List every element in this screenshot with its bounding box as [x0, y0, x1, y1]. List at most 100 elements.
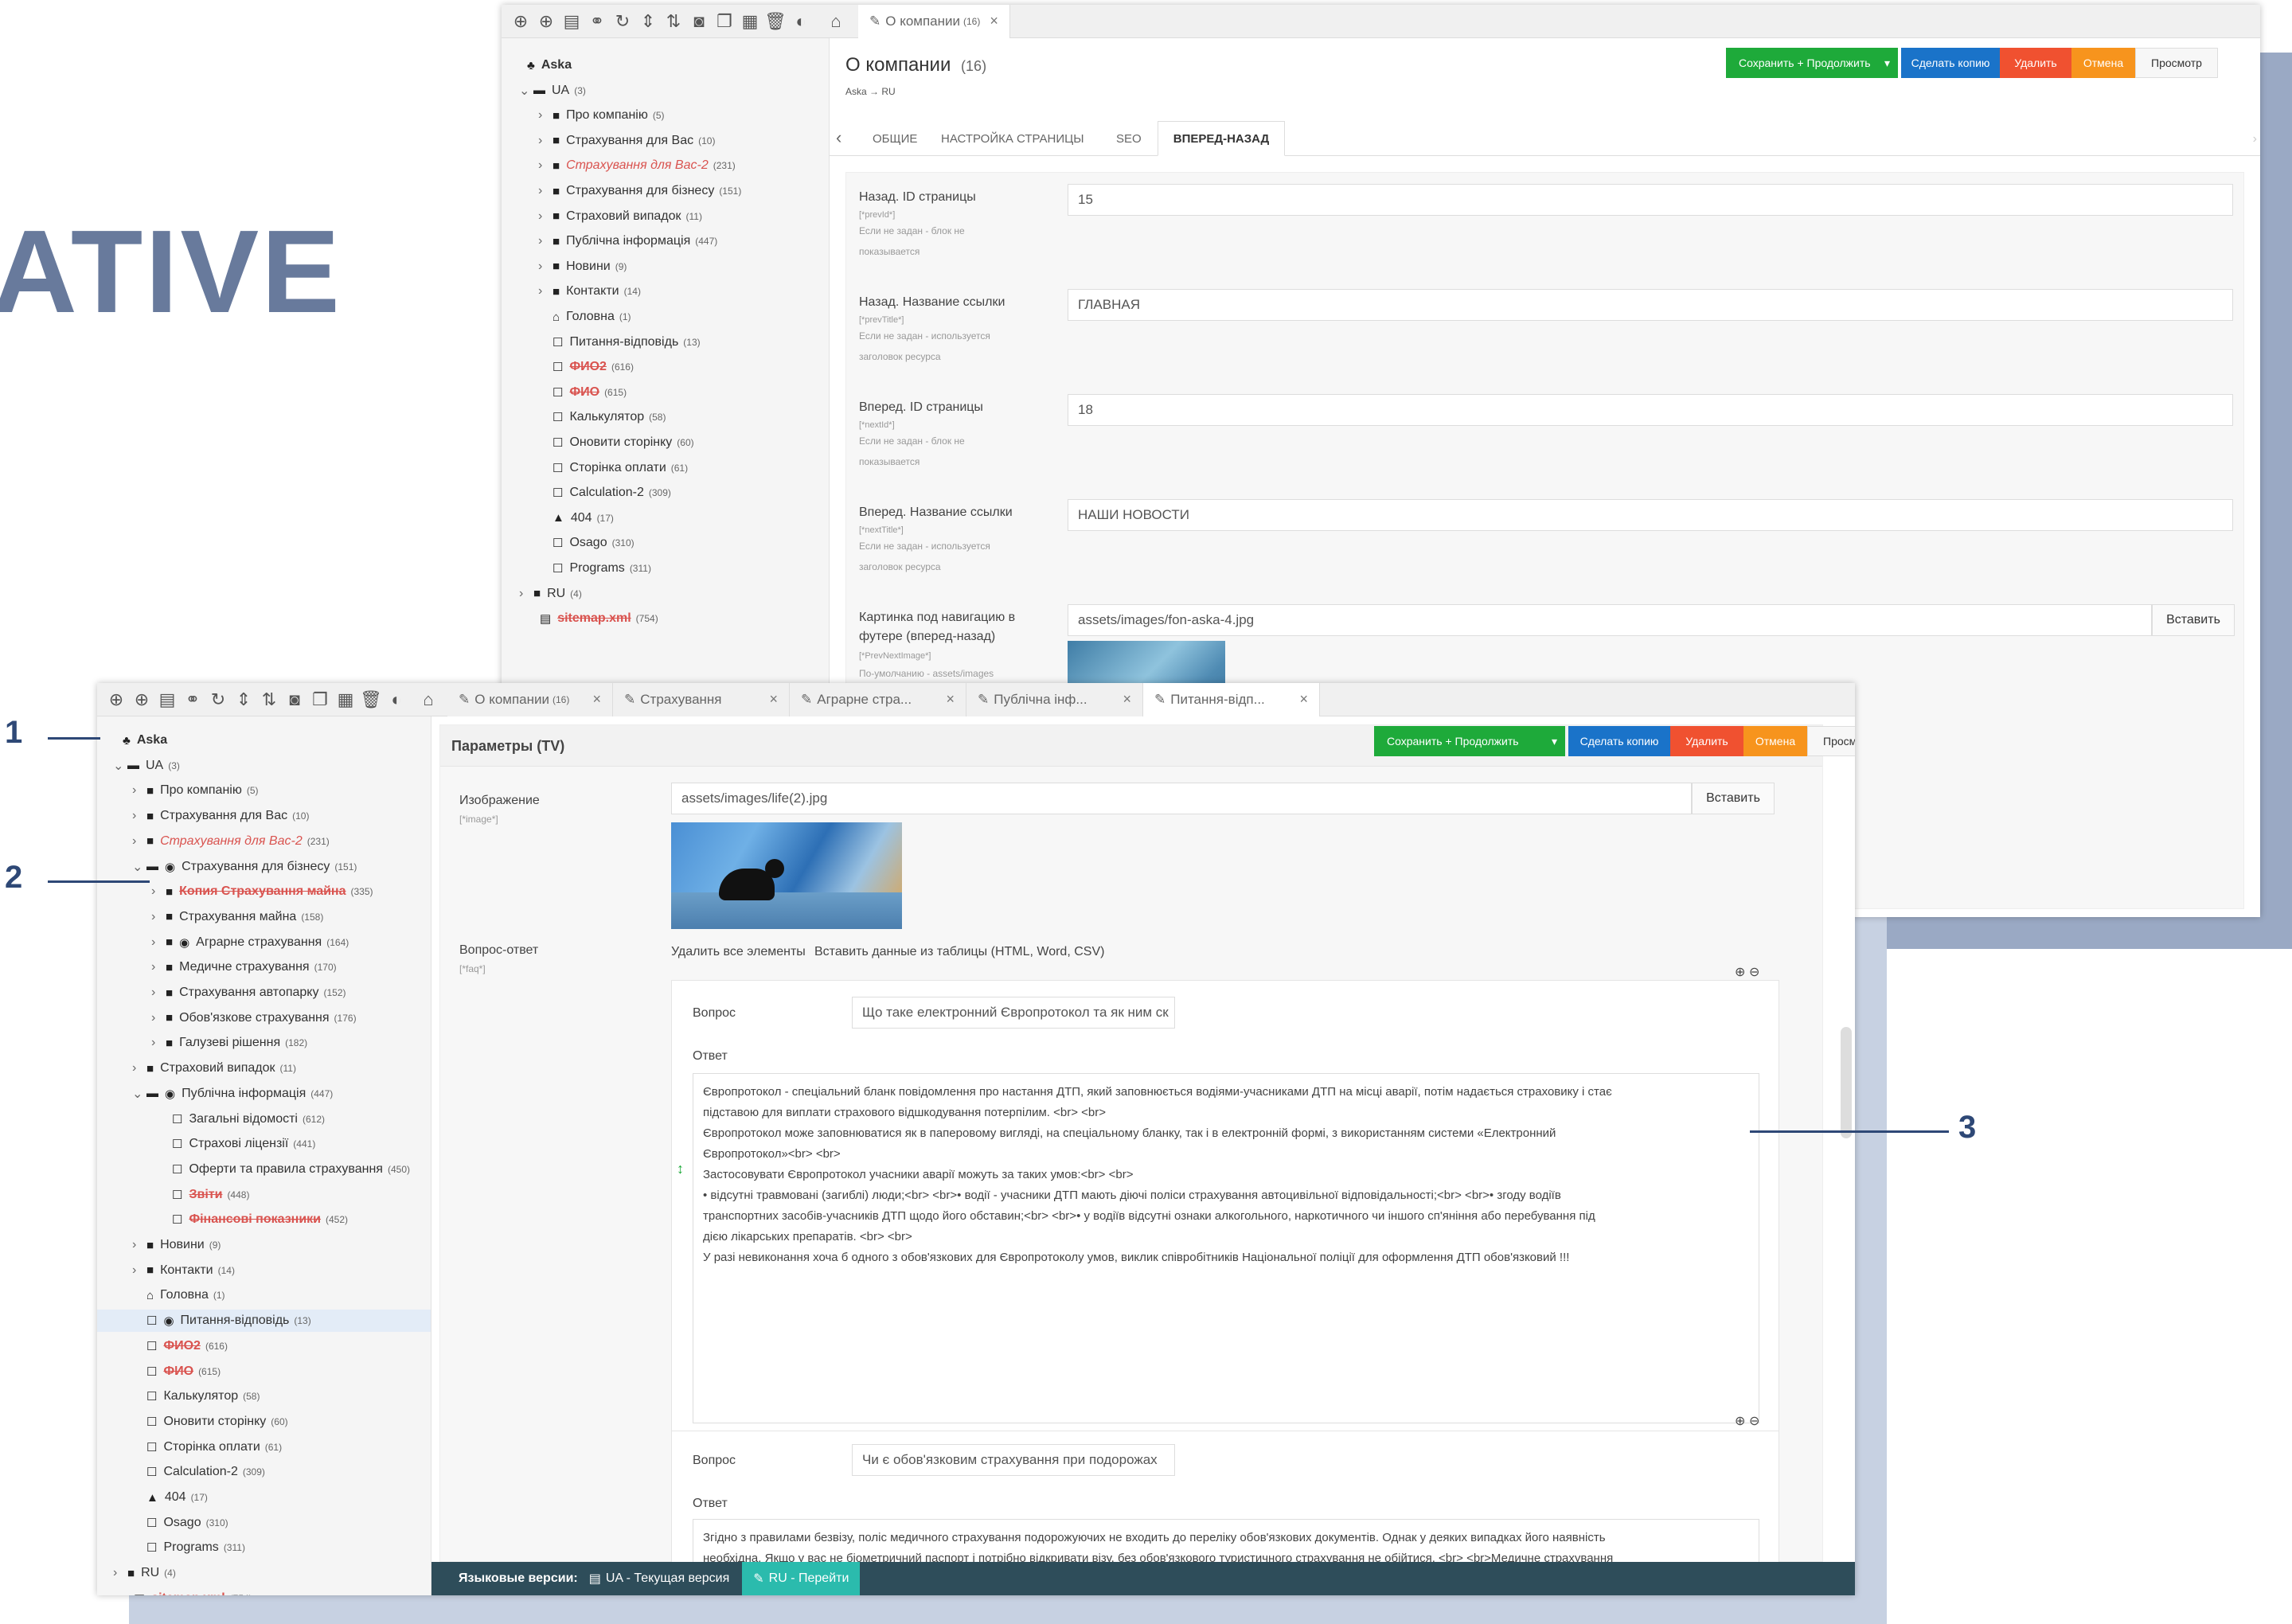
tree-item[interactable]: ☐ Оновити сторінку (60) — [132, 1412, 288, 1431]
tree-item[interactable]: ▲ 404 (17) — [132, 1488, 208, 1507]
tree-item[interactable]: › ■ Новини (9) — [538, 257, 627, 276]
home-icon[interactable]: ⌂ — [416, 689, 441, 710]
chevron-down-icon[interactable]: ⌄ — [132, 859, 146, 875]
grid-icon[interactable]: ▦ — [737, 11, 763, 32]
chevron-right-icon[interactable]: › — [151, 935, 166, 950]
camera-icon[interactable]: ◙ — [282, 689, 307, 710]
insert-button[interactable]: Вставить — [1692, 783, 1775, 814]
chevron-right-icon[interactable]: › — [538, 158, 553, 173]
tree-item[interactable]: ☐ Programs (311) — [538, 559, 651, 578]
tree-item[interactable]: ☐ Сторінка оплати (61) — [538, 459, 688, 478]
tab-document[interactable]: ✎ О компании (16) × — [447, 683, 613, 716]
save-continue-button[interactable]: Сохранить + Продолжить ▾ — [1374, 726, 1565, 756]
chevron-right-icon[interactable]: › — [151, 910, 166, 924]
tree-item[interactable]: ☐ Страхові ліцензії (441) — [158, 1134, 315, 1154]
tree-item[interactable]: ☐ Сторінка оплати (61) — [132, 1438, 282, 1457]
tree-item[interactable]: ☐ ФИО (615) — [538, 383, 627, 402]
grid-icon[interactable]: ▦ — [333, 689, 358, 710]
tree-item[interactable]: › ■ Страхування для Вас (10) — [132, 806, 309, 826]
sort-alt-icon[interactable]: ⇅ — [661, 11, 686, 32]
chevron-down-icon[interactable]: ⌄ — [519, 83, 533, 99]
close-icon[interactable]: × — [990, 13, 998, 29]
remove-item-icon[interactable]: ⊖ — [1749, 1413, 1759, 1429]
close-icon[interactable]: × — [1123, 691, 1131, 708]
file-icon[interactable]: ▤ — [559, 11, 584, 32]
close-icon[interactable]: × — [1299, 691, 1308, 708]
image-path-input[interactable]: assets/images/life(2).jpg — [671, 783, 1692, 814]
tree-item[interactable]: › ■ Обов'язкове страхування (176) — [151, 1009, 357, 1028]
tab-document[interactable]: ✎ Страхування × — [613, 683, 790, 716]
plus-circle-icon[interactable]: ⊕ — [533, 11, 559, 32]
chevron-right-icon[interactable]: › — [538, 234, 553, 248]
tab-seo[interactable]: SEO — [1116, 132, 1142, 146]
close-icon[interactable]: × — [769, 691, 778, 708]
tree-item[interactable]: ⌄ ▬ ◉ Страхування для бізнесу (151) — [132, 857, 357, 876]
tree-item[interactable]: › ■ Про компанію (5) — [538, 106, 665, 125]
cancel-button[interactable]: Отмена — [1743, 726, 1807, 756]
tree-item[interactable]: › ■ Публічна інформація (447) — [538, 232, 717, 251]
switch-language-button[interactable]: ✎ RU - Перейти — [742, 1562, 861, 1595]
trash-icon[interactable]: 🗑 — [763, 11, 788, 32]
drag-handle-icon[interactable]: ↕ — [677, 1161, 684, 1177]
answer-textarea[interactable]: Європротокол - спеціальний бланк повідом… — [693, 1073, 1759, 1423]
tree-item[interactable]: › ■ Контакти (14) — [538, 282, 641, 301]
tree-item[interactable]: › ■ Страхування для Вас-2 (231) — [132, 832, 330, 851]
chevron-right-icon[interactable]: › — [151, 884, 166, 899]
tree-item[interactable]: ⌄ ▬ UA (3) — [113, 756, 180, 775]
tree-item[interactable]: ⌄ ▬ UA (3) — [519, 81, 586, 100]
chevron-right-icon[interactable]: › — [519, 587, 533, 601]
remove-item-icon[interactable]: ⊖ — [1749, 964, 1759, 980]
tree-item[interactable]: › ■ Страховий випадок (11) — [538, 207, 702, 226]
tab-document[interactable]: ✎ Публічна інф... × — [966, 683, 1143, 716]
tree-item[interactable]: › ■ ◉ Аграрне страхування (164) — [151, 933, 349, 952]
tree-item[interactable]: › ■ Страхування автопарку (152) — [151, 983, 346, 1002]
tab-about[interactable]: ✎ О компании (16) × — [858, 5, 1010, 38]
tree-item[interactable]: ♣ Aska — [108, 731, 167, 750]
power-icon[interactable]: ◐ — [384, 689, 409, 710]
save-continue-button[interactable]: Сохранить + Продолжить ▾ — [1726, 48, 1898, 78]
chevron-right-icon[interactable]: › — [132, 1061, 146, 1076]
tab-prev-next[interactable]: ВПЕРЕД-НАЗАД — [1158, 121, 1285, 156]
chevron-right-icon[interactable]: › — [538, 134, 553, 148]
cancel-button[interactable]: Отмена — [2071, 48, 2135, 78]
tree-item[interactable]: › ■ Страхування майна (158) — [151, 908, 323, 927]
sort-icon[interactable]: ⇕ — [635, 11, 661, 32]
plus-circle-icon[interactable]: ⊕ — [129, 689, 154, 710]
add-item-icon[interactable]: ⊕ — [1735, 1413, 1745, 1429]
file-icon[interactable]: ▤ — [154, 689, 180, 710]
tree-item[interactable]: ☐ Оновити сторінку (60) — [538, 433, 694, 452]
tree-item[interactable]: ☐ Калькулятор (58) — [538, 408, 666, 427]
delete-button[interactable]: Удалить — [2000, 48, 2071, 78]
chevron-right-icon[interactable]: › — [132, 1238, 146, 1252]
tree-item[interactable]: ☐ ФИО2 (616) — [132, 1337, 228, 1356]
tree-item[interactable]: › ■ Страховий випадок (11) — [132, 1059, 296, 1078]
copy-button[interactable]: Сделать копию — [1568, 726, 1670, 756]
field-input[interactable]: 18 — [1068, 394, 2233, 426]
tree-item[interactable]: › ■ Медичне страхування (170) — [151, 958, 337, 977]
tree-item[interactable]: ☐ Звіти (448) — [158, 1185, 249, 1204]
tree-item[interactable]: › ■ Страхування для Вас-2 (231) — [538, 156, 736, 175]
chevron-right-icon[interactable]: › — [151, 960, 166, 974]
sort-icon[interactable]: ⇕ — [231, 689, 256, 710]
tree-item[interactable]: › ■ Страхування для бізнесу (151) — [538, 182, 741, 201]
tree-item[interactable]: ♣ Aska — [513, 56, 572, 75]
chevron-right-icon[interactable]: › — [132, 783, 146, 798]
tree-item[interactable]: ☐ Osago (310) — [538, 533, 634, 552]
camera-icon[interactable]: ◙ — [686, 11, 712, 32]
field-input[interactable]: ГЛАВНАЯ — [1068, 289, 2233, 321]
tree-item[interactable]: ☐ ФИО2 (616) — [538, 357, 634, 377]
tree-item[interactable]: ☐ Фінансові показники (452) — [158, 1210, 348, 1229]
chevron-right-icon[interactable]: › — [538, 260, 553, 274]
insert-button[interactable]: Вставить — [2152, 604, 2235, 636]
home-icon[interactable]: ⌂ — [823, 11, 849, 32]
tree-item[interactable]: › ■ RU (4) — [113, 1563, 176, 1583]
tab-document[interactable]: ✎ Питання-відп... × — [1143, 683, 1320, 716]
tree-item[interactable]: › ■ Про компанію (5) — [132, 781, 259, 800]
tree-item[interactable]: ☐ Оферти та правила страхування (450) — [158, 1160, 410, 1179]
tree-item[interactable]: ▤ sitemap.xml (754) — [119, 1589, 252, 1595]
link-icon[interactable]: ⚭ — [584, 11, 610, 32]
chevron-right-icon[interactable]: › — [538, 209, 553, 224]
tree-item[interactable]: › ■ Страхування для Вас (10) — [538, 131, 715, 150]
sort-alt-icon[interactable]: ⇅ — [256, 689, 282, 710]
delete-all-link[interactable]: Удалить все элементы — [671, 942, 806, 962]
